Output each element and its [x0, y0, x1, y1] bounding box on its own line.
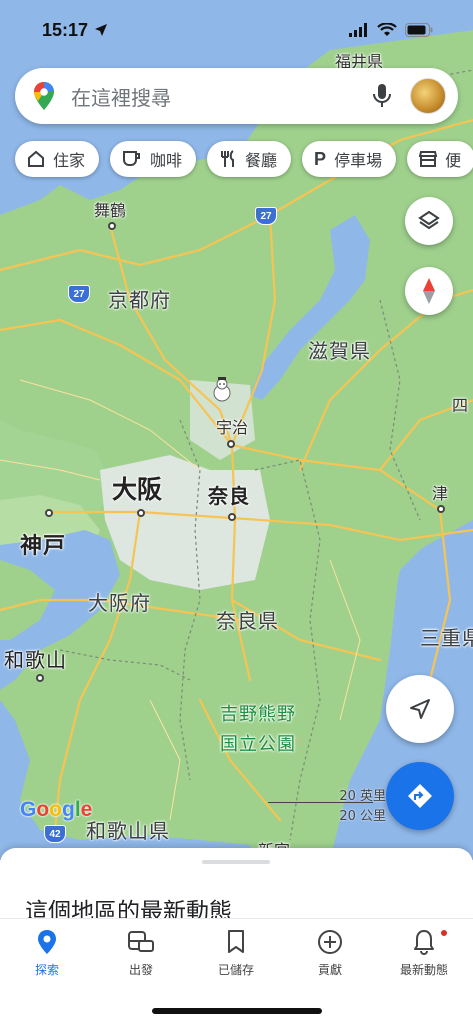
- map-label-osaka-pref[interactable]: 大阪府: [88, 587, 151, 616]
- chip-label: 咖啡: [150, 151, 183, 170]
- commute-icon: [128, 931, 154, 952]
- chip-label: 便: [445, 151, 462, 170]
- route-shield: 42: [44, 825, 66, 843]
- map-city-dot[interactable]: [45, 509, 53, 517]
- google-maps-pin-icon: [34, 82, 54, 110]
- chip-parking[interactable]: P 停車場: [302, 141, 397, 177]
- status-time: 15:17: [42, 19, 89, 40]
- directions-button[interactable]: [386, 762, 454, 830]
- map-city-dot[interactable]: [108, 222, 116, 230]
- search-input[interactable]: 在這裡搜尋: [71, 82, 372, 111]
- bell-icon: [414, 930, 434, 955]
- map-label-shi[interactable]: 四: [452, 392, 468, 416]
- restaurant-icon: [221, 150, 235, 167]
- layers-button[interactable]: [405, 197, 453, 245]
- map-label-wakayama[interactable]: 和歌山: [4, 644, 67, 673]
- nav-label: 探索: [34, 963, 59, 977]
- signal-icon: [349, 23, 367, 37]
- battery-icon: [405, 23, 433, 37]
- add-circle-icon: [318, 930, 342, 954]
- scale-km: 20 公里: [339, 809, 386, 824]
- map-label-park-line1[interactable]: 吉野熊野: [220, 700, 296, 726]
- chip-label: 住家: [53, 151, 86, 170]
- route-shield: 27: [68, 285, 90, 303]
- google-logo: Google: [20, 798, 93, 821]
- category-chips: 住家 咖啡 餐廳 P 停車場 便: [15, 141, 473, 177]
- map-label-maizuru[interactable]: 舞鶴: [94, 197, 126, 221]
- location-arrow-icon: [95, 24, 108, 36]
- home-indicator[interactable]: [152, 1008, 322, 1014]
- compass-icon: [423, 278, 435, 304]
- chip-home[interactable]: 住家: [15, 141, 100, 177]
- map-label-kyoto-pref[interactable]: 京都府: [108, 284, 171, 313]
- wifi-icon: [377, 23, 397, 36]
- compass-button[interactable]: [405, 267, 453, 315]
- nav-label: 貢獻: [317, 963, 342, 977]
- map-label-uji[interactable]: 宇治: [216, 414, 248, 438]
- map-label-park-line2[interactable]: 国立公園: [220, 730, 296, 756]
- nav-contribute[interactable]: 貢獻: [290, 929, 370, 978]
- nav-label: 已儲存: [217, 963, 254, 977]
- map-label-kobe[interactable]: 神戸: [20, 528, 66, 560]
- map-label-osaka[interactable]: 大阪: [112, 470, 162, 506]
- chip-label: 停車場: [334, 151, 383, 170]
- map-label-tsu[interactable]: 津: [432, 480, 448, 504]
- nav-label: 最新動態: [399, 963, 448, 977]
- route-shield: 27: [255, 207, 277, 225]
- nav-updates[interactable]: 最新動態: [384, 929, 464, 978]
- coffee-icon: [123, 151, 141, 166]
- microphone-icon[interactable]: [372, 83, 392, 109]
- map-city-dot[interactable]: [227, 440, 235, 448]
- nav-saved[interactable]: 已儲存: [196, 929, 276, 978]
- explore-pin-icon: [38, 930, 56, 954]
- map-label-nara[interactable]: 奈良: [208, 480, 250, 509]
- search-bar[interactable]: 在這裡搜尋: [15, 68, 458, 124]
- sheet-drag-handle[interactable]: [202, 860, 270, 864]
- directions-icon: [408, 784, 432, 808]
- scale-line: [268, 802, 373, 803]
- chip-label: 餐廳: [245, 151, 278, 170]
- snowman-marker-icon[interactable]: [210, 376, 234, 402]
- nav-label: 出發: [128, 963, 153, 977]
- layers-icon: [418, 210, 440, 230]
- map-city-dot[interactable]: [437, 505, 445, 513]
- navigation-arrow-icon: [410, 699, 430, 719]
- nav-go[interactable]: 出發: [101, 929, 181, 978]
- avatar[interactable]: [410, 78, 446, 114]
- bottom-sheet[interactable]: 這個地區的最新動態: [0, 848, 473, 928]
- chip-restaurant[interactable]: 餐廳: [207, 141, 292, 177]
- map-city-dot[interactable]: [137, 509, 145, 517]
- chip-store[interactable]: 便: [407, 141, 473, 177]
- map-label-mie[interactable]: 三重県: [420, 622, 473, 651]
- map-label-shiga[interactable]: 滋賀県: [308, 335, 371, 364]
- status-bar: 15:17: [0, 0, 473, 60]
- home-icon: [28, 150, 44, 167]
- bookmark-icon: [228, 930, 244, 953]
- my-location-button[interactable]: [386, 675, 454, 743]
- map-city-dot[interactable]: [36, 674, 44, 682]
- chip-coffee[interactable]: 咖啡: [110, 141, 197, 177]
- parking-icon: P: [314, 148, 327, 169]
- notification-badge: [440, 929, 448, 937]
- map-label-nara-pref[interactable]: 奈良県: [216, 605, 279, 634]
- map-city-dot[interactable]: [228, 513, 236, 521]
- nav-explore[interactable]: 探索: [7, 929, 87, 978]
- store-icon: [419, 151, 438, 167]
- map-label-wakayama-pref[interactable]: 和歌山県: [86, 815, 170, 844]
